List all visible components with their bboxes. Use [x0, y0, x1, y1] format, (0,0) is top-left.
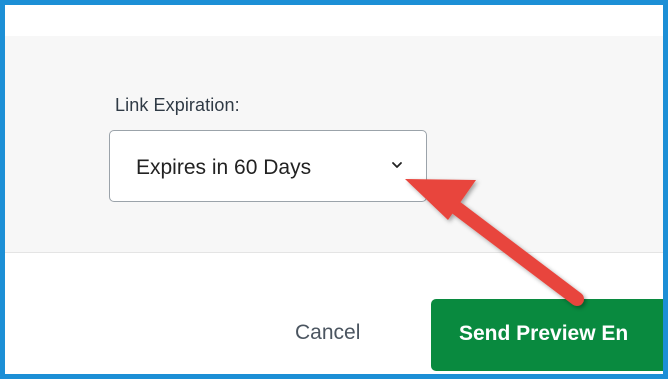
link-expiration-selected-value: Expires in 60 Days	[136, 156, 312, 179]
link-expiration-select[interactable]: Expires in 60 Days	[109, 130, 427, 202]
link-expiration-label: Link Expiration:	[115, 95, 240, 115]
cancel-button[interactable]: Cancel	[295, 321, 360, 345]
chevron-down-icon[interactable]	[390, 158, 404, 172]
send-preview-email-button[interactable]: Send Preview En	[431, 299, 663, 371]
screenshot-frame: Link Expiration: Expires in 60 Days Canc…	[0, 0, 668, 379]
send-preview-email-label: Send Preview En	[459, 322, 629, 345]
dialog-top-strip	[5, 5, 663, 36]
